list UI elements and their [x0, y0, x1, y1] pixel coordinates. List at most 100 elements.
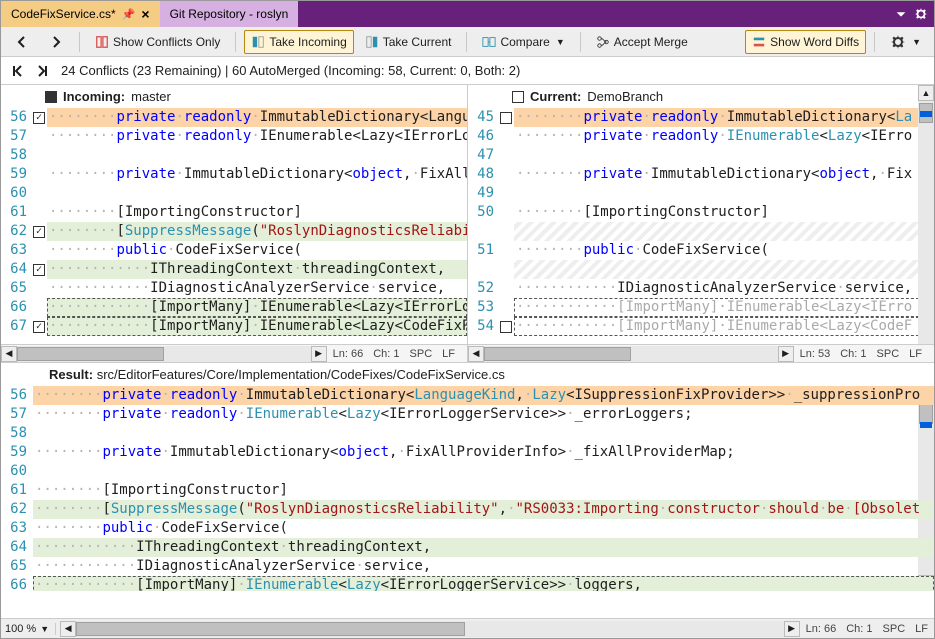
- current-select-all-checkbox[interactable]: [512, 91, 524, 103]
- line-checkbox[interactable]: [500, 146, 514, 165]
- line-checkbox[interactable]: [33, 222, 47, 241]
- scroll-right-icon[interactable]: ▶: [784, 621, 800, 637]
- code-line[interactable]: 59········private·ImmutableDictionary<ob…: [1, 165, 467, 184]
- line-checkbox[interactable]: [33, 279, 47, 298]
- show-word-diffs-button[interactable]: Show Word Diffs: [745, 30, 866, 54]
- line-number: [468, 222, 500, 241]
- close-icon[interactable]: ×: [141, 6, 149, 22]
- line-checkbox[interactable]: [33, 298, 47, 317]
- line-checkbox[interactable]: [33, 184, 47, 203]
- back-button[interactable]: [7, 30, 37, 54]
- code-line[interactable]: 65············IDiagnosticAnalyzerService…: [1, 279, 467, 298]
- line-checkbox[interactable]: [33, 165, 47, 184]
- current-code[interactable]: 45········private·readonly·ImmutableDict…: [468, 108, 934, 344]
- line-checkbox[interactable]: [33, 317, 47, 336]
- code-line[interactable]: 57········private·readonly·IEnumerable<L…: [1, 127, 467, 146]
- chevron-down-icon[interactable]: ▼: [40, 624, 49, 634]
- code-line[interactable]: 52············IDiagnosticAnalyzerService…: [468, 279, 934, 298]
- code-line[interactable]: 66············[ImportMany]·IEnumerable<L…: [1, 298, 467, 317]
- forward-button[interactable]: [41, 30, 71, 54]
- code-line[interactable]: 60: [1, 184, 467, 203]
- compare-button[interactable]: Compare ▼: [475, 30, 571, 54]
- scroll-left-icon[interactable]: ◀: [468, 346, 484, 362]
- show-conflicts-only-button[interactable]: Show Conflicts Only: [88, 30, 227, 54]
- scroll-right-icon[interactable]: ▶: [311, 346, 327, 362]
- incoming-code[interactable]: 56········private·readonly·ImmutableDict…: [1, 108, 467, 344]
- code-line[interactable]: 54············[ImportMany]·IEnumerable<L…: [468, 317, 934, 336]
- accept-merge-button[interactable]: Accept Merge: [589, 30, 695, 54]
- code-line[interactable]: 63········public·CodeFixService(: [1, 519, 934, 538]
- code-line[interactable]: 60: [1, 462, 934, 481]
- line-checkbox[interactable]: [500, 317, 514, 336]
- code-line[interactable]: 47: [468, 146, 934, 165]
- settings-button[interactable]: ▼: [883, 30, 928, 54]
- code-line[interactable]: 46········private·readonly·IEnumerable<L…: [468, 127, 934, 146]
- first-conflict-button[interactable]: [9, 63, 25, 79]
- code-line[interactable]: 64············IThreadingContext·threadin…: [1, 538, 934, 557]
- result-header: Result: src/EditorFeatures/Core/Implemen…: [1, 363, 934, 386]
- status-ln: Ln: 53: [800, 348, 831, 360]
- code-line[interactable]: 61········[ImportingConstructor]: [1, 203, 467, 222]
- take-incoming-button[interactable]: Take Incoming: [244, 30, 353, 54]
- tab-git-repository[interactable]: Git Repository - roslyn: [160, 1, 299, 27]
- code-line[interactable]: 48········private·ImmutableDictionary<ob…: [468, 165, 934, 184]
- scroll-right-icon[interactable]: ▶: [778, 346, 794, 362]
- tab-active-file[interactable]: CodeFixService.cs* 📌 ×: [1, 1, 160, 27]
- code-line[interactable]: 50········[ImportingConstructor]: [468, 203, 934, 222]
- v-scrollbar[interactable]: ▲ ▼: [918, 85, 934, 362]
- line-checkbox[interactable]: [33, 260, 47, 279]
- code-line[interactable]: 66············[ImportMany]·IEnumerable<L…: [1, 576, 934, 591]
- code-line[interactable]: 56········private·readonly·ImmutableDict…: [1, 108, 467, 127]
- code-line[interactable]: 49: [468, 184, 934, 203]
- line-number: 57: [1, 127, 33, 146]
- gear-icon[interactable]: [914, 7, 928, 21]
- code-line[interactable]: 58: [1, 146, 467, 165]
- line-checkbox[interactable]: [500, 127, 514, 146]
- line-checkbox[interactable]: [500, 222, 514, 241]
- line-checkbox[interactable]: [33, 241, 47, 260]
- code-line[interactable]: 53············[ImportMany]·IEnumerable<L…: [468, 298, 934, 317]
- line-checkbox[interactable]: [500, 260, 514, 279]
- code-line[interactable]: [468, 222, 934, 241]
- code-line[interactable]: 57········private·readonly·IEnumerable<L…: [1, 405, 934, 424]
- line-checkbox[interactable]: [33, 108, 47, 127]
- code-line[interactable]: [468, 260, 934, 279]
- line-number: 62: [1, 500, 33, 519]
- code-line[interactable]: 56········private·readonly·ImmutableDict…: [1, 386, 934, 405]
- scroll-up-icon[interactable]: ▲: [918, 85, 934, 101]
- line-checkbox[interactable]: [500, 279, 514, 298]
- line-checkbox[interactable]: [33, 203, 47, 222]
- h-scrollbar[interactable]: ◀ ▶: [1, 346, 327, 362]
- scroll-left-icon[interactable]: ◀: [60, 621, 76, 637]
- h-scrollbar[interactable]: ◀ ▶: [468, 346, 794, 362]
- code-line[interactable]: 59········private·ImmutableDictionary<ob…: [1, 443, 934, 462]
- line-checkbox[interactable]: [33, 146, 47, 165]
- scroll-left-icon[interactable]: ◀: [1, 346, 17, 362]
- h-scrollbar[interactable]: ◀ ▶: [60, 621, 800, 637]
- result-code[interactable]: ▲ ▼ 56········private·readonly·Immutable…: [1, 386, 934, 591]
- line-checkbox[interactable]: [500, 184, 514, 203]
- next-conflict-button[interactable]: [35, 63, 51, 79]
- line-checkbox[interactable]: [500, 241, 514, 260]
- pin-icon[interactable]: 📌: [122, 8, 136, 21]
- code-line[interactable]: 51········public·CodeFixService(: [468, 241, 934, 260]
- line-checkbox[interactable]: [500, 108, 514, 127]
- code-line[interactable]: 62········[SuppressMessage("RoslynDiagno…: [1, 222, 467, 241]
- code-line[interactable]: 64············IThreadingContext·threadin…: [1, 260, 467, 279]
- incoming-select-all-checkbox[interactable]: [45, 91, 57, 103]
- line-checkbox[interactable]: [500, 203, 514, 222]
- chevron-down-icon[interactable]: [894, 7, 908, 21]
- code-line[interactable]: 61········[ImportingConstructor]: [1, 481, 934, 500]
- code-line[interactable]: 67············[ImportMany]·IEnumerable<L…: [1, 317, 467, 336]
- code-line[interactable]: 63········public·CodeFixService(: [1, 241, 467, 260]
- zoom-control[interactable]: 100 % ▼: [5, 623, 56, 635]
- line-checkbox[interactable]: [500, 165, 514, 184]
- code-line[interactable]: 65············IDiagnosticAnalyzerService…: [1, 557, 934, 576]
- separator: [79, 32, 80, 52]
- code-line[interactable]: 45········private·readonly·ImmutableDict…: [468, 108, 934, 127]
- line-checkbox[interactable]: [500, 298, 514, 317]
- code-line[interactable]: 58: [1, 424, 934, 443]
- code-line[interactable]: 62········[SuppressMessage("RoslynDiagno…: [1, 500, 934, 519]
- take-current-button[interactable]: Take Current: [358, 30, 459, 54]
- line-checkbox[interactable]: [33, 127, 47, 146]
